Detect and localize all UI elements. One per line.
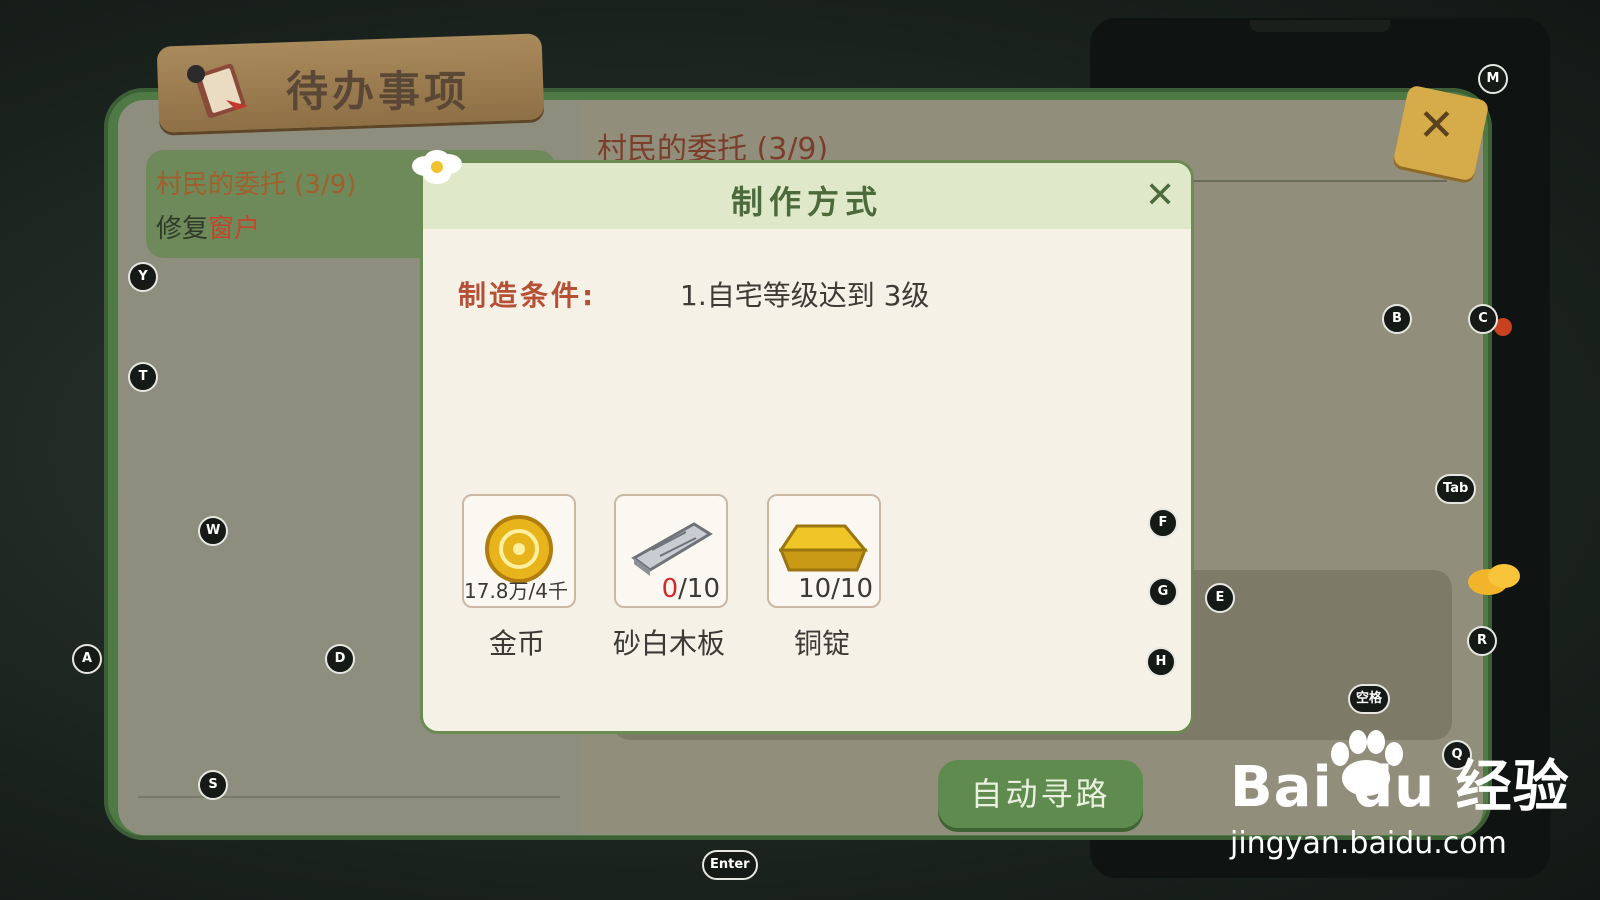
watermark-url: jingyan.baidu.com [1230, 826, 1507, 861]
material-slot-gold[interactable]: 17.8万/4千 [462, 494, 576, 608]
quest-title: 村民的委托 (3/9) [156, 170, 357, 200]
key-hint-f[interactable]: F [1148, 508, 1178, 538]
material-slot-plank[interactable]: 0/10 [614, 494, 728, 608]
key-hint-space[interactable]: 空格 [1348, 684, 1391, 714]
material-need: /10 [678, 574, 720, 604]
key-hint-enter[interactable]: Enter [702, 850, 758, 880]
left-divider [138, 796, 560, 798]
key-hint-c[interactable]: C [1468, 304, 1498, 334]
yellow-flower-icon [1468, 564, 1520, 595]
key-hint-s[interactable]: S [198, 770, 228, 800]
key-hint-r[interactable]: R [1467, 626, 1497, 656]
condition-label: 制造条件: [458, 279, 597, 312]
material-count: 17.8万/4千 [464, 579, 568, 603]
copper-ingot-icon [779, 524, 869, 572]
key-hint-h[interactable]: H [1146, 647, 1176, 677]
material-slot-ingot[interactable]: 10/10 [767, 494, 881, 608]
close-x-icon[interactable]: ✕ [1418, 100, 1455, 151]
flower-icon [412, 150, 462, 184]
gold-coin-icon [485, 515, 553, 583]
wood-plank-icon [631, 522, 713, 576]
material-name: 砂白木板 [612, 627, 725, 660]
key-hint-m[interactable]: M [1478, 64, 1508, 94]
material-count: 0/10 [662, 574, 720, 604]
dialog-close-icon[interactable]: ✕ [1145, 175, 1175, 216]
book-icon [187, 63, 248, 118]
key-hint-g[interactable]: G [1148, 577, 1178, 607]
auto-path-button[interactable]: 自动寻路 [938, 760, 1143, 828]
key-hint-d[interactable]: D [325, 644, 355, 674]
material-have: 0 [661, 574, 679, 604]
page-title: 待办事项 [286, 67, 471, 116]
phone-notch [1250, 20, 1390, 32]
quest-objective: 修复窗户 [156, 208, 260, 245]
dialog-title: 制作方式 [730, 183, 883, 221]
watermark-logo: Bai du 经验 [1230, 755, 1570, 820]
material-name: 铜锭 [793, 627, 850, 660]
key-hint-a[interactable]: A [72, 644, 102, 674]
key-hint-t[interactable]: T [128, 362, 158, 392]
quest-objective-highlight: 窗户 [208, 214, 261, 244]
condition-value: 1.自宅等级达到 3级 [680, 279, 930, 312]
key-hint-y[interactable]: Y [128, 262, 158, 292]
key-hint-e[interactable]: E [1205, 583, 1235, 613]
material-name: 金币 [488, 627, 545, 660]
quest-objective-prefix: 修复 [156, 214, 209, 244]
key-hint-tab[interactable]: Tab [1435, 474, 1477, 504]
material-count: 10/10 [798, 574, 873, 604]
key-hint-b[interactable]: B [1382, 304, 1412, 334]
